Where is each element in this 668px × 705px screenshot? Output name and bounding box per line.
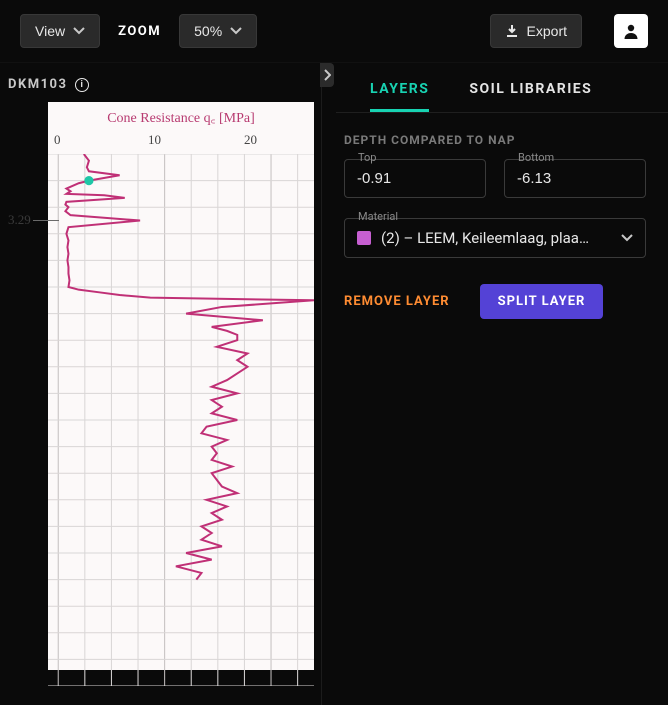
top-label: Top	[354, 151, 380, 164]
bottom-label: Bottom	[514, 151, 558, 164]
x-tick: 0	[54, 132, 61, 148]
person-icon	[622, 22, 640, 40]
document-id: DKM103	[8, 77, 67, 92]
material-label: Material	[354, 210, 402, 223]
x-axis-ticks: 0 10 20	[48, 132, 314, 150]
split-layer-button[interactable]: SPLIT LAYER	[480, 284, 604, 319]
cone-resistance-line	[48, 154, 314, 686]
tab-soil-libraries[interactable]: SOIL LIBRARIES	[469, 81, 592, 112]
chart-canvas[interactable]: Cone Resistance q꜀ [MPa] 0 10 20	[48, 102, 314, 670]
chart-title: Cone Resistance q꜀ [MPa]	[48, 108, 314, 127]
depth-callout: 3.29	[8, 212, 59, 228]
download-icon	[505, 24, 519, 38]
depth-section: DEPTH COMPARED TO NAP Top Bottom	[322, 113, 668, 198]
left-pane: DKM103 i Cone Resistance q꜀ [MPa] 0 10 2…	[0, 63, 322, 705]
chevron-down-icon	[230, 27, 242, 35]
material-value: (2) – LEEM, Keileemlaag, plaa…	[381, 229, 611, 247]
x-tick: 20	[244, 132, 257, 148]
export-button[interactable]: Export	[490, 14, 582, 48]
document-header: DKM103 i	[0, 63, 321, 98]
account-button[interactable]	[614, 14, 648, 48]
callout-rule	[33, 220, 59, 221]
top-field-wrap: Top	[344, 159, 486, 198]
depth-section-header: DEPTH COMPARED TO NAP	[344, 133, 646, 147]
top-toolbar: View ZOOM 50% Export	[0, 0, 668, 63]
depth-value: 3.29	[8, 212, 31, 228]
material-swatch-icon	[357, 231, 371, 245]
bottom-field-wrap: Bottom	[504, 159, 646, 198]
chart-area: Cone Resistance q꜀ [MPa] 0 10 20	[8, 102, 314, 694]
material-field-wrap: Material (2) – LEEM, Keileemlaag, plaa…	[344, 218, 646, 258]
panel-tabs: LAYERS SOIL LIBRARIES	[322, 63, 668, 112]
material-select[interactable]: (2) – LEEM, Keileemlaag, plaa…	[344, 218, 646, 258]
main-split: DKM103 i Cone Resistance q꜀ [MPa] 0 10 2…	[0, 63, 668, 705]
tab-layers[interactable]: LAYERS	[370, 81, 429, 112]
export-label: Export	[527, 23, 567, 39]
zoom-value: 50%	[194, 23, 222, 39]
chevron-right-icon	[323, 69, 331, 81]
zoom-dropdown[interactable]: 50%	[179, 14, 257, 48]
panel-collapse-button[interactable]	[320, 63, 334, 87]
layer-actions: REMOVE LAYER SPLIT LAYER	[322, 258, 668, 345]
material-section: Material (2) – LEEM, Keileemlaag, plaa…	[322, 198, 668, 258]
chevron-down-icon	[73, 27, 85, 35]
right-panel: LAYERS SOIL LIBRARIES DEPTH COMPARED TO …	[322, 63, 668, 705]
x-tick: 10	[148, 132, 161, 148]
zoom-caption: ZOOM	[118, 24, 161, 39]
remove-layer-button[interactable]: REMOVE LAYER	[344, 294, 450, 309]
top-input[interactable]	[344, 159, 486, 198]
bottom-input[interactable]	[504, 159, 646, 198]
view-dropdown[interactable]: View	[20, 14, 100, 48]
info-icon[interactable]: i	[75, 78, 89, 92]
view-label: View	[35, 23, 65, 39]
chevron-down-icon	[621, 234, 633, 242]
current-depth-marker[interactable]	[84, 176, 93, 185]
